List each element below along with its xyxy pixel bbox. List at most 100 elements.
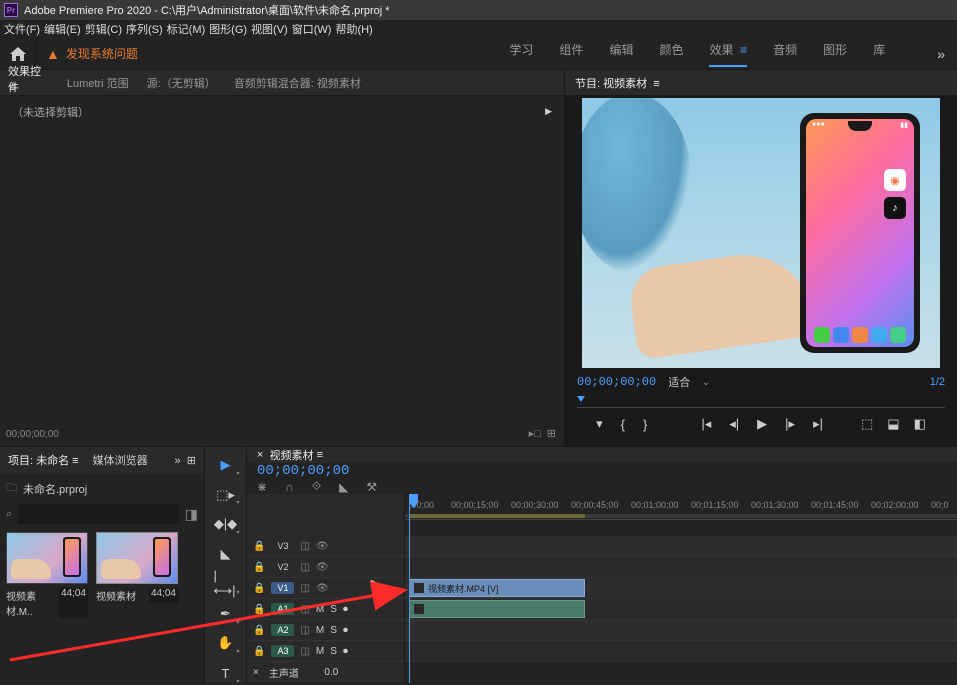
video-clip[interactable]: 视频素材.MP4 [V] — [409, 579, 585, 597]
a2-track[interactable] — [405, 620, 957, 641]
play-icon[interactable]: ▶ — [757, 416, 767, 432]
menu-clip[interactable]: 剪辑(C) — [85, 21, 122, 37]
tab-color[interactable]: 颜色 — [659, 41, 683, 67]
track-a2[interactable]: 🔒A2◫MS⏺ — [247, 620, 404, 641]
video-preview[interactable]: ●●●▮▮ ◉ ♪ — [582, 98, 940, 368]
search-input[interactable] — [18, 504, 179, 524]
program-timecode[interactable]: 00;00;00;00 — [577, 375, 656, 389]
razor-tool[interactable]: ◣ — [214, 544, 238, 564]
magnet-icon[interactable]: ∩ — [285, 480, 294, 494]
menu-sequence[interactable]: 序列(S) — [126, 21, 163, 37]
new-item-icon[interactable]: ◨ — [185, 506, 198, 523]
tab-source[interactable]: 源:（无剪辑） — [147, 75, 216, 91]
system-warning[interactable]: ▲ 发现系统问题 — [46, 45, 138, 62]
clip-item[interactable]: 视频素材44;04 — [96, 532, 178, 618]
tab-lumetri[interactable]: Lumetri 范围 — [67, 75, 129, 91]
program-scrubber[interactable] — [577, 394, 945, 408]
eye-icon[interactable]: 👁 — [316, 583, 329, 594]
effect-timecode[interactable]: 00;00;00;00 — [6, 429, 59, 440]
mic-icon[interactable]: ⏺ — [343, 646, 348, 657]
effect-icon-2[interactable]: ⊞ — [547, 427, 556, 440]
lock-icon[interactable]: 🔒 — [253, 604, 265, 615]
track-a3[interactable]: 🔒A3◫MS⏺ — [247, 641, 404, 662]
tab-project[interactable]: 项目: 未命名 ≡ — [8, 452, 79, 468]
a1-track[interactable] — [405, 599, 957, 620]
fit-dropdown[interactable]: 适合 — [668, 374, 690, 390]
tab-graphics[interactable]: 图形 — [823, 41, 847, 67]
playhead-icon[interactable] — [577, 394, 585, 408]
track-a1[interactable]: 🔒A1◫MS⏺ — [247, 599, 404, 620]
v1-track[interactable]: 视频素材.MP4 [V] — [405, 578, 957, 599]
extract-icon[interactable]: ⬓ — [887, 416, 899, 432]
menu-file[interactable]: 文件(F) — [4, 21, 40, 37]
tab-learn[interactable]: 学习 — [509, 41, 533, 67]
lock-icon[interactable]: 🔒 — [253, 583, 265, 594]
snap-icon[interactable]: ⋇ — [257, 480, 267, 494]
eye-icon[interactable]: 👁 — [316, 541, 329, 552]
step-fwd-icon[interactable]: |▸ — [785, 416, 795, 432]
lock-icon[interactable]: 🔒 — [253, 562, 265, 573]
mark-in-icon[interactable]: ▾ — [596, 416, 603, 432]
sync-icon[interactable]: ◫ — [300, 583, 309, 594]
sequence-name[interactable]: 视频素材 — [270, 447, 314, 463]
lift-icon[interactable]: ⬚ — [861, 416, 873, 432]
clip-item[interactable]: 视频素材.M..44;04 — [6, 532, 88, 618]
track-select-tool[interactable]: ⬚▸▾ — [214, 485, 238, 505]
timeline-tracks[interactable]: ;00;00 00;00;15;00 00;00;30;00 00;00;45;… — [405, 494, 957, 683]
bin-row[interactable]: 🗀 未命名.prproj — [6, 479, 198, 498]
menu-help[interactable]: 帮助(H) — [335, 21, 372, 37]
settings-icon[interactable]: ⚒ — [366, 480, 377, 494]
step-back-icon[interactable]: ◂| — [729, 416, 739, 432]
ripple-edit-tool[interactable]: ◆|◆▾ — [214, 514, 238, 534]
project-overflow[interactable]: » ⊞ — [175, 454, 196, 467]
mic-icon[interactable]: ⏺ — [343, 604, 348, 615]
lock-icon[interactable]: 🔒 — [253, 625, 265, 636]
timeline-timecode[interactable]: 00;00;00;00 — [257, 463, 349, 479]
master-track[interactable]: × 主声道 0.0 — [247, 662, 404, 683]
menu-markers[interactable]: 标记(M) — [167, 21, 206, 37]
timeline-ruler[interactable]: ;00;00 00;00;15;00 00;00;30;00 00;00;45;… — [405, 494, 957, 520]
mic-icon[interactable]: ⏺ — [343, 625, 348, 636]
tab-library[interactable]: 库 — [873, 41, 885, 67]
export-frame-icon[interactable]: ◧ — [914, 416, 926, 432]
lock-icon[interactable]: 🔒 — [253, 646, 265, 657]
v2-track[interactable] — [405, 557, 957, 578]
track-v2[interactable]: 🔒V2◫👁 — [247, 557, 404, 578]
menu-window[interactable]: 窗口(W) — [292, 21, 332, 37]
hand-tool[interactable]: ✋▾ — [214, 634, 238, 654]
track-v1[interactable]: 🔒V1◫👁 — [247, 578, 404, 599]
pen-tool[interactable]: ✒▾ — [214, 604, 238, 624]
selection-tool[interactable]: ▶▾ — [214, 455, 238, 475]
resolution-dropdown[interactable]: 1/2 — [930, 376, 945, 388]
sync-icon[interactable]: ◫ — [300, 541, 309, 552]
a3-track[interactable] — [405, 641, 957, 662]
eye-icon[interactable]: 👁 — [316, 562, 329, 573]
lock-icon[interactable]: 🔒 — [253, 541, 265, 552]
slip-tool[interactable]: |⟷|▾ — [214, 574, 238, 594]
playhead[interactable] — [409, 494, 410, 683]
tab-assembly[interactable]: 组件 — [559, 41, 583, 67]
effect-icon-1[interactable]: ▸□ — [529, 427, 541, 440]
tab-media-browser[interactable]: 媒体浏览器 — [93, 452, 148, 468]
menu-edit[interactable]: 编辑(E) — [44, 21, 81, 37]
marker-icon[interactable]: ◣ — [339, 480, 348, 494]
go-out-icon[interactable]: ▸| — [813, 416, 823, 432]
sync-icon[interactable]: ◫ — [300, 562, 309, 573]
go-in-icon[interactable]: |◂ — [701, 416, 711, 432]
chevron-down-icon[interactable]: ⌄ — [702, 377, 710, 388]
bracket-in-icon[interactable]: { — [621, 417, 625, 432]
menu-view[interactable]: 视图(V) — [251, 21, 288, 37]
audio-clip[interactable] — [409, 600, 585, 618]
tab-editing[interactable]: 编辑 — [609, 41, 633, 67]
track-v3[interactable]: 🔒V3◫👁 — [247, 536, 404, 557]
workspace-overflow[interactable]: » — [925, 46, 957, 62]
bracket-out-icon[interactable]: } — [643, 417, 647, 432]
link-icon[interactable]: ⟐ — [312, 479, 321, 494]
expand-icon[interactable]: ▶ — [545, 106, 552, 117]
menu-graphics[interactable]: 图形(G) — [209, 21, 247, 37]
tab-audio-mixer[interactable]: 音频剪辑混合器: 视频素材 — [234, 75, 361, 91]
tab-effects[interactable]: 效果 ≡ — [709, 41, 747, 67]
tab-audio[interactable]: 音频 — [773, 41, 797, 67]
v3-track[interactable] — [405, 536, 957, 557]
type-tool[interactable]: T▾ — [214, 663, 238, 683]
